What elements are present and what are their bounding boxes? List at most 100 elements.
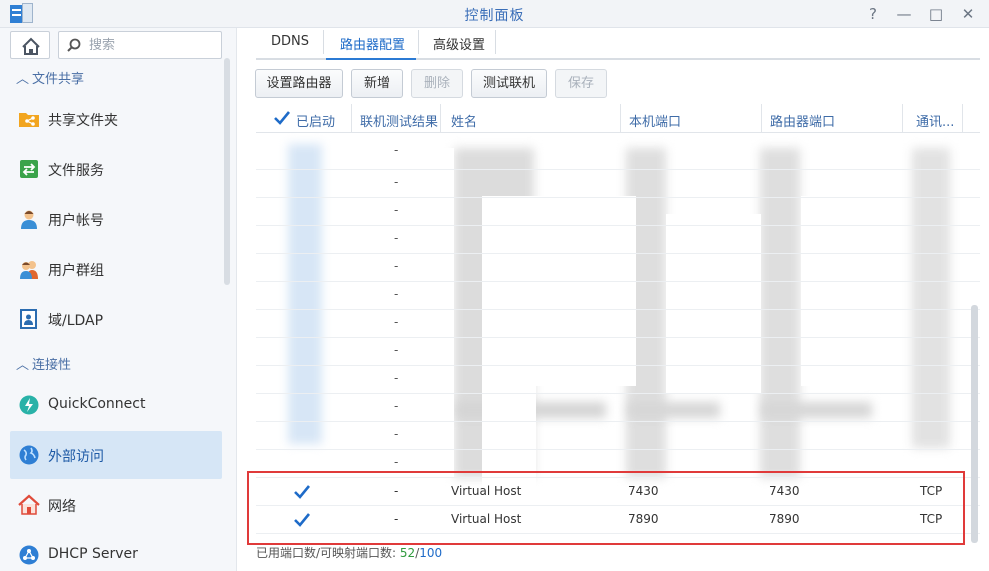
sidebar-item-dhcp-server[interactable]: DHCP Server bbox=[10, 531, 222, 571]
header-protocol[interactable]: 通讯... bbox=[916, 111, 954, 130]
sidebar-item-external-access[interactable]: 外部访问 bbox=[10, 431, 222, 479]
redacted-table-row[interactable]: - bbox=[256, 170, 980, 198]
maximize-icon[interactable]: □ bbox=[925, 4, 947, 24]
home-button[interactable] bbox=[10, 31, 50, 59]
port-usage-summary: 已用端口数/可映射端口数: 52/100 bbox=[256, 544, 442, 561]
row-test-result: - bbox=[394, 175, 399, 189]
section-connectivity[interactable]: ︿ 连接性 bbox=[16, 354, 71, 374]
redacted-table-row[interactable]: - bbox=[256, 394, 980, 422]
sidebar-item-label: 文件服务 bbox=[48, 163, 104, 179]
minimize-icon[interactable]: — bbox=[893, 4, 915, 24]
test-connection-button[interactable]: 测试联机 bbox=[471, 69, 547, 98]
total-port-count: 100 bbox=[419, 546, 443, 560]
header-test-result[interactable]: 联机测试结果 bbox=[360, 111, 438, 130]
network-house-icon bbox=[18, 494, 40, 515]
redacted-table-row[interactable]: - bbox=[256, 422, 980, 450]
header-enabled[interactable]: 已启动 bbox=[296, 111, 335, 130]
column-divider bbox=[962, 104, 963, 133]
redacted-table-row[interactable]: - bbox=[256, 282, 980, 310]
add-button[interactable]: 新增 bbox=[351, 69, 403, 98]
row-test-result: - bbox=[394, 455, 399, 469]
column-divider bbox=[761, 104, 762, 133]
used-port-count: 52 bbox=[399, 546, 416, 560]
row-test-result: - bbox=[394, 143, 399, 157]
highlight-annotation-box bbox=[247, 471, 965, 545]
search-icon bbox=[67, 38, 81, 52]
row-test-result: - bbox=[394, 287, 399, 301]
user-icon bbox=[21, 210, 37, 229]
section-label: 文件共享 bbox=[32, 72, 85, 87]
sidebar-item-domain-ldap[interactable]: 域/LDAP bbox=[10, 295, 222, 343]
row-test-result: - bbox=[394, 399, 399, 413]
row-test-result: - bbox=[394, 259, 399, 273]
domain-ldap-icon bbox=[20, 309, 37, 329]
home-icon bbox=[22, 37, 40, 55]
tab-divider bbox=[323, 30, 324, 54]
sidebar-item-label: 域/LDAP bbox=[48, 313, 104, 329]
redacted-table-row[interactable]: - bbox=[256, 366, 980, 394]
shared-folder-icon bbox=[19, 113, 39, 127]
help-icon[interactable]: ? bbox=[862, 4, 884, 24]
redacted-table-row[interactable]: - bbox=[256, 226, 980, 254]
sidebar: ︿文件共享 共享文件夹 文件服务 用户帐号 bbox=[0, 28, 236, 571]
dhcp-icon bbox=[19, 545, 39, 565]
redacted-table-row[interactable]: - bbox=[256, 338, 980, 366]
sidebar-item-shared-folder[interactable]: 共享文件夹 bbox=[10, 95, 222, 143]
table-header: 已启动 联机测试结果 姓名 本机端口 路由器端口 通讯... bbox=[256, 104, 980, 133]
port-usage-label: 已用端口数/可映射端口数: bbox=[256, 546, 400, 560]
table-scrollbar[interactable] bbox=[971, 305, 978, 543]
sidebar-item-network[interactable]: 网络 bbox=[10, 481, 222, 529]
sidebar-item-file-services[interactable]: 文件服务 bbox=[10, 145, 222, 193]
quickconnect-icon bbox=[19, 395, 39, 415]
setup-router-button[interactable]: 设置路由器 bbox=[255, 69, 343, 98]
header-router-port[interactable]: 路由器端口 bbox=[770, 111, 835, 130]
chevron-up-icon: ︿ bbox=[16, 72, 30, 87]
row-test-result: - bbox=[394, 203, 399, 217]
globe-icon bbox=[19, 445, 39, 465]
window-title: 控制面板 bbox=[464, 8, 525, 24]
section-file-sharing[interactable]: ︿ 文件共享 bbox=[16, 68, 84, 88]
tab-divider bbox=[495, 30, 496, 54]
group-icon bbox=[20, 261, 38, 279]
select-all-checkbox[interactable] bbox=[273, 109, 290, 126]
search-field[interactable] bbox=[58, 31, 222, 59]
sidebar-item-label: 外部访问 bbox=[48, 449, 104, 465]
redacted-table-row[interactable]: - bbox=[256, 142, 980, 170]
row-test-result: - bbox=[394, 231, 399, 245]
delete-button[interactable]: 删除 bbox=[411, 69, 463, 98]
row-test-result: - bbox=[394, 427, 399, 441]
tab-router-config[interactable]: 路由器配置 bbox=[340, 34, 405, 53]
tab-divider bbox=[418, 30, 419, 54]
header-name[interactable]: 姓名 bbox=[451, 111, 477, 130]
tab-bar: DDNS 路由器配置 高级设置 bbox=[256, 28, 980, 60]
section-label: 连接性 bbox=[32, 358, 72, 373]
search-input[interactable] bbox=[89, 37, 215, 53]
sidebar-item-user[interactable]: 用户帐号 bbox=[10, 195, 222, 243]
tab-ddns[interactable]: DDNS bbox=[271, 34, 309, 49]
sidebar-item-label: DHCP Server bbox=[48, 546, 138, 562]
sidebar-item-label: 网络 bbox=[48, 499, 76, 515]
column-divider bbox=[902, 104, 903, 133]
column-divider bbox=[440, 104, 441, 133]
sidebar-item-quickconnect[interactable]: QuickConnect bbox=[10, 381, 222, 429]
column-divider bbox=[620, 104, 621, 133]
close-icon[interactable]: ✕ bbox=[957, 4, 979, 24]
sidebar-item-group[interactable]: 用户群组 bbox=[10, 245, 222, 293]
sidebar-item-label: QuickConnect bbox=[48, 396, 146, 412]
save-button[interactable]: 保存 bbox=[555, 69, 607, 98]
redacted-table-row[interactable]: - bbox=[256, 310, 980, 338]
header-local-port[interactable]: 本机端口 bbox=[629, 111, 681, 130]
sidebar-scrollbar[interactable] bbox=[224, 58, 230, 285]
sidebar-divider bbox=[236, 28, 237, 571]
row-test-result: - bbox=[394, 371, 399, 385]
tab-advanced-settings[interactable]: 高级设置 bbox=[433, 34, 485, 53]
active-tab-indicator bbox=[326, 58, 416, 60]
redacted-table-row[interactable]: - bbox=[256, 254, 980, 282]
row-test-result: - bbox=[394, 315, 399, 329]
redacted-table-row[interactable]: - bbox=[256, 198, 980, 226]
chevron-up-icon: ︿ bbox=[16, 358, 30, 373]
sidebar-item-label: 共享文件夹 bbox=[48, 113, 118, 129]
row-test-result: - bbox=[394, 343, 399, 357]
sidebar-item-label: 用户群组 bbox=[48, 263, 104, 279]
sidebar-item-label: 用户帐号 bbox=[48, 213, 104, 229]
